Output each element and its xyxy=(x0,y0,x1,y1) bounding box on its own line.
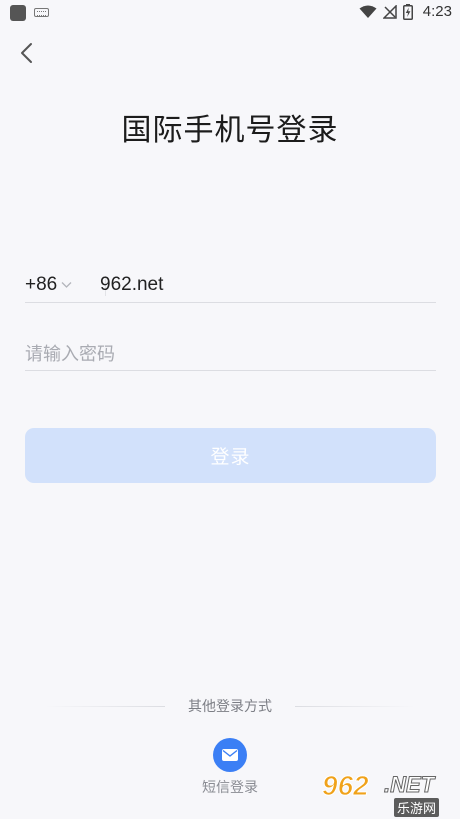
chevron-down-icon xyxy=(61,282,72,288)
divider-right xyxy=(295,706,415,707)
watermark-suffix: .NET xyxy=(383,772,435,798)
country-code-selector[interactable]: +86 xyxy=(25,274,72,296)
country-code-label: +86 xyxy=(25,274,58,295)
battery-charging-icon xyxy=(402,3,413,20)
message-icon xyxy=(222,749,238,761)
back-button[interactable] xyxy=(12,38,44,70)
app-icon xyxy=(10,5,26,21)
watermark-sub: 乐游网 xyxy=(394,798,440,817)
password-input[interactable] xyxy=(25,340,436,368)
phone-row: +86 962.net xyxy=(25,270,436,303)
watermark-logo: 962 .NET 乐游网 xyxy=(320,770,460,817)
watermark-number: 962 xyxy=(322,770,370,802)
password-row xyxy=(25,340,436,371)
phone-input[interactable]: 962.net xyxy=(100,274,163,296)
status-bar: 4:23 xyxy=(0,0,460,26)
keyboard-icon xyxy=(34,8,49,17)
sms-login-label: 短信登录 xyxy=(202,780,258,796)
chevron-left-icon xyxy=(21,43,32,63)
clock: 4:23 xyxy=(422,3,452,20)
wifi-icon xyxy=(359,5,377,18)
sms-icon-circle xyxy=(213,738,247,772)
page-title: 国际手机号登录 xyxy=(121,113,339,148)
status-icons: 4:23 xyxy=(359,3,452,20)
sms-login-button[interactable]: 短信登录 xyxy=(190,738,270,797)
other-login-divider: 其他登录方式 xyxy=(40,696,420,716)
login-button[interactable]: 登录 xyxy=(25,428,436,483)
no-signal-icon xyxy=(382,4,397,19)
